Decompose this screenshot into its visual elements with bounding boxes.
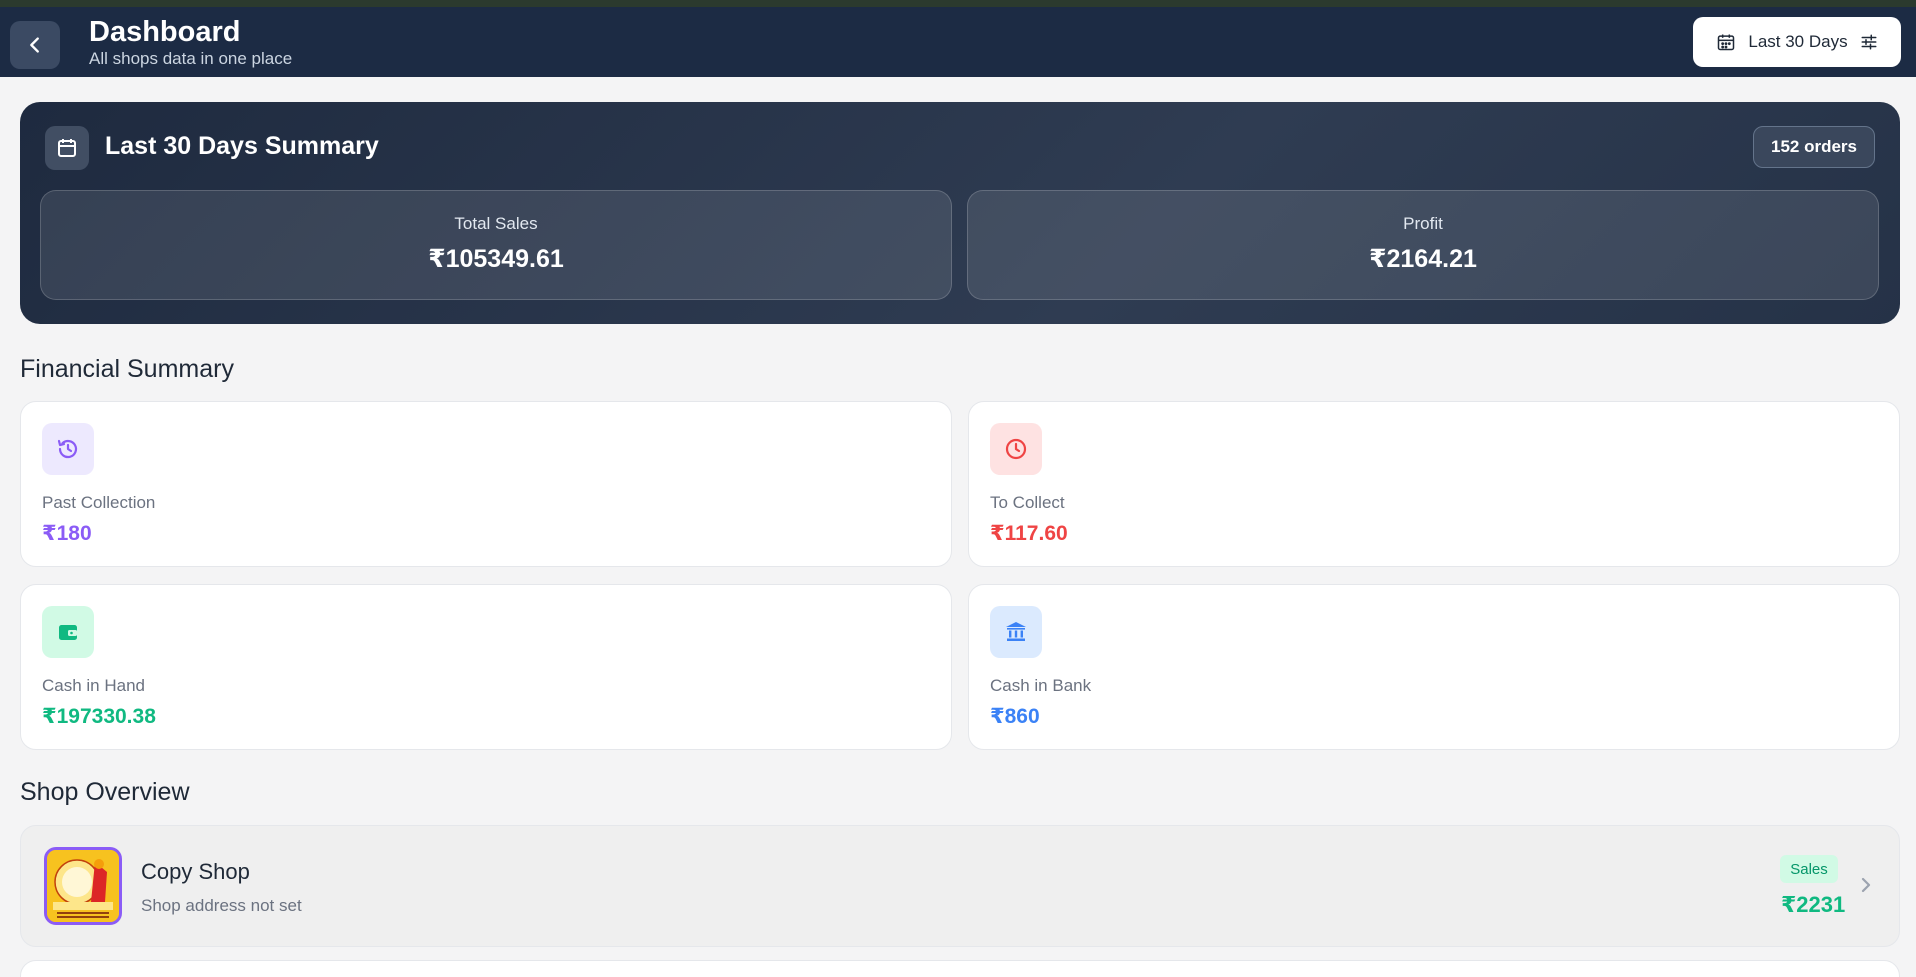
sales-badge: Sales bbox=[1780, 855, 1838, 883]
profit-box: Profit ₹2164.21 bbox=[967, 190, 1879, 300]
bank-icon bbox=[990, 606, 1042, 658]
to-collect-label: To Collect bbox=[990, 493, 1065, 512]
total-sales-value: ₹105349.61 bbox=[428, 245, 564, 273]
shop-sales-value: ₹2231 bbox=[1781, 892, 1846, 917]
profit-value: ₹2164.21 bbox=[1369, 245, 1477, 273]
orders-count-badge: 152 orders bbox=[1753, 126, 1875, 168]
page-title: Dashboard bbox=[89, 16, 241, 48]
total-sales-label: Total Sales bbox=[454, 214, 538, 233]
total-sales-box: Total Sales ₹105349.61 bbox=[40, 190, 952, 300]
profit-label: Profit bbox=[1403, 214, 1443, 233]
history-icon bbox=[42, 423, 94, 475]
shop-logo bbox=[44, 847, 122, 925]
filter-sliders-icon bbox=[1861, 34, 1877, 50]
chevron-right-icon bbox=[1861, 877, 1871, 893]
past-collection-value: ₹180 bbox=[42, 522, 92, 545]
app-header: Dashboard All shops data in one place La… bbox=[0, 7, 1916, 77]
financial-summary-title: Financial Summary bbox=[20, 355, 234, 383]
period-summary-card: Last 30 Days Summary 152 orders Total Sa… bbox=[20, 102, 1900, 324]
wallet-icon bbox=[42, 606, 94, 658]
past-collection-card[interactable]: Past Collection ₹180 bbox=[20, 401, 952, 567]
cash-in-hand-label: Cash in Hand bbox=[42, 676, 146, 695]
window-top-strip bbox=[0, 0, 1916, 7]
shop-address: Shop address not set bbox=[141, 896, 302, 915]
date-filter-button[interactable]: Last 30 Days bbox=[1693, 17, 1901, 67]
cash-in-hand-value: ₹197330.38 bbox=[42, 705, 156, 728]
shop-card-next[interactable] bbox=[20, 960, 1900, 977]
shop-name: Copy Shop bbox=[141, 859, 250, 884]
chevron-left-icon bbox=[30, 37, 39, 53]
calendar-icon bbox=[1718, 34, 1735, 51]
calendar-icon bbox=[45, 126, 89, 170]
back-button[interactable] bbox=[10, 21, 60, 69]
page-subtitle: All shops data in one place bbox=[89, 49, 293, 68]
past-collection-label: Past Collection bbox=[42, 493, 156, 512]
date-filter-label: Last 30 Days bbox=[1748, 32, 1848, 51]
cash-in-hand-card[interactable]: Cash in Hand ₹197330.38 bbox=[20, 584, 952, 750]
summary-title: Last 30 Days Summary bbox=[105, 132, 379, 160]
cash-in-bank-value: ₹860 bbox=[990, 705, 1040, 728]
to-collect-card[interactable]: To Collect ₹117.60 bbox=[968, 401, 1900, 567]
header-titles: Dashboard All shops data in one place bbox=[89, 15, 292, 69]
cash-in-bank-card[interactable]: Cash in Bank ₹860 bbox=[968, 584, 1900, 750]
shop-card[interactable]: Copy Shop Shop address not set Sales ₹22… bbox=[20, 825, 1900, 947]
to-collect-value: ₹117.60 bbox=[990, 522, 1068, 545]
shop-overview-title: Shop Overview bbox=[20, 778, 190, 806]
cash-in-bank-label: Cash in Bank bbox=[990, 676, 1092, 695]
clock-icon bbox=[990, 423, 1042, 475]
